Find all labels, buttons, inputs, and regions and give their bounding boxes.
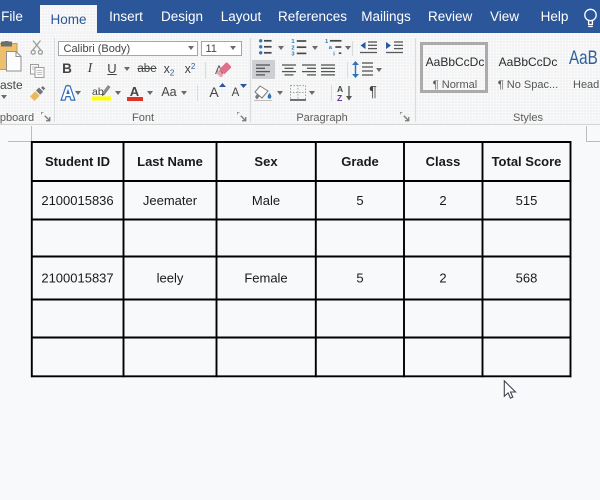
- svg-text:2: 2: [291, 46, 294, 52]
- svg-text:Student ID: Student ID: [45, 154, 110, 169]
- svg-text:515: 515: [516, 193, 538, 208]
- svg-text:568: 568: [516, 271, 538, 286]
- svg-text:Jeemater: Jeemater: [143, 193, 198, 208]
- svg-text:3: 3: [291, 52, 295, 56]
- svg-text:Last Name: Last Name: [137, 154, 203, 169]
- svg-text:A: A: [62, 84, 75, 101]
- svg-text:2100015836: 2100015836: [41, 193, 113, 208]
- svg-text:Female: Female: [244, 271, 287, 286]
- svg-text:i: i: [333, 51, 335, 56]
- svg-text:2100015837: 2100015837: [41, 271, 113, 286]
- svg-text:Class: Class: [426, 154, 461, 169]
- svg-text:5: 5: [356, 271, 363, 286]
- svg-text:a: a: [328, 45, 332, 51]
- svg-text:2: 2: [439, 271, 446, 286]
- svg-text:Sex: Sex: [254, 154, 278, 169]
- svg-text:5: 5: [356, 193, 363, 208]
- svg-text:2: 2: [439, 193, 446, 208]
- svg-text:Grade: Grade: [341, 154, 379, 169]
- svg-text:1: 1: [291, 39, 295, 45]
- svg-text:leely: leely: [157, 271, 184, 286]
- svg-text:Male: Male: [252, 193, 280, 208]
- svg-text:ab: ab: [92, 86, 104, 98]
- svg-text:Total Score: Total Score: [492, 154, 562, 169]
- svg-text:Z: Z: [337, 93, 342, 101]
